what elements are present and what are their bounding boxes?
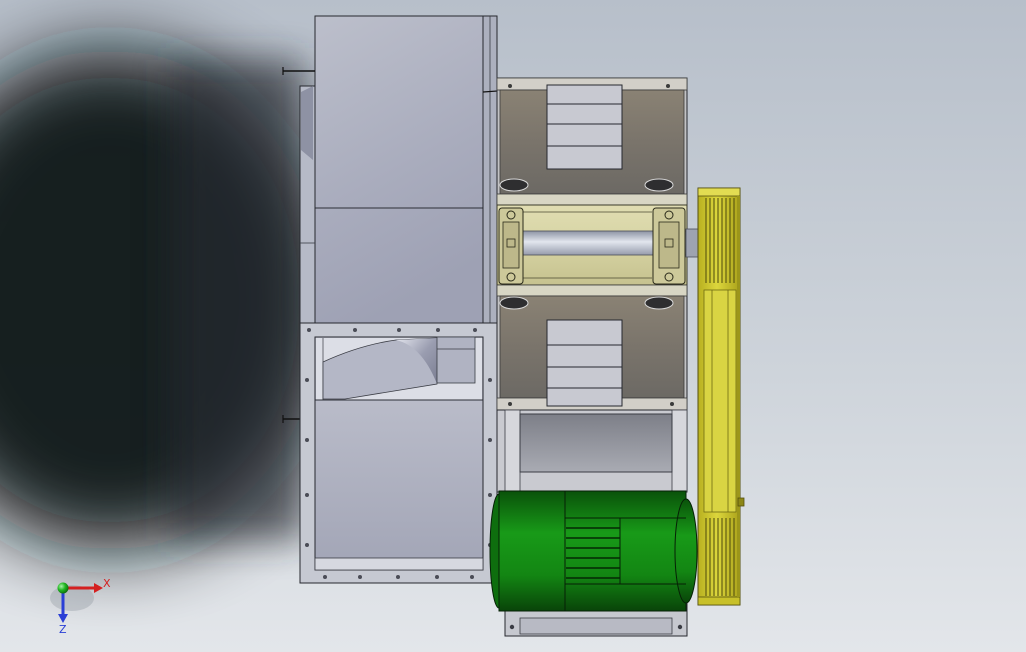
bolt-hole [470, 575, 474, 579]
bolt-hole [396, 575, 400, 579]
bolt-hole [488, 378, 492, 382]
inlet-bottom-lip [314, 557, 484, 571]
housing-side-panel [314, 15, 484, 325]
inlet-flare-shading [301, 86, 313, 160]
bolt-hole [677, 624, 683, 630]
bolt-hole [488, 438, 492, 442]
motor-fan-cover [674, 498, 698, 604]
bolt-hole [488, 493, 492, 497]
bolt-hole [666, 84, 670, 88]
bolt-hole [473, 328, 477, 332]
bearing-block-left [498, 207, 524, 285]
motor-foot-channel [519, 617, 673, 635]
belt-guard-rim [737, 196, 740, 597]
bearing-support-frame [496, 77, 701, 411]
inlet-box [299, 322, 498, 584]
bearing-body [658, 221, 680, 269]
bearing-body [502, 221, 520, 269]
shadow-edge [170, 60, 305, 540]
bolt-hole [397, 328, 401, 332]
inlet-throat-block [436, 336, 476, 384]
window-frame [546, 84, 623, 170]
bearing-deck-rail-lower [496, 284, 688, 297]
bolt-hole [307, 328, 311, 332]
slot-hole [499, 296, 529, 310]
bolt-hole [323, 575, 327, 579]
bearing-deck-rail-upper [496, 193, 688, 206]
bolt-hole [305, 543, 309, 547]
bolt-hole [508, 402, 512, 406]
upper-access-window [546, 84, 623, 170]
bolt-hole [305, 493, 309, 497]
belt-guard [697, 187, 745, 606]
lower-access-window [546, 319, 623, 407]
belt-guard-cap-top [697, 187, 741, 197]
bolt-hole [353, 328, 357, 332]
bolt-hole [509, 624, 515, 630]
triad-z-label: Z [59, 623, 67, 636]
bolt-hole [508, 84, 512, 88]
bolt-hole [435, 575, 439, 579]
base-frame-inner-panel [519, 413, 673, 473]
belt-guard-cap-bottom [697, 596, 741, 606]
base-frame-right-post [671, 409, 688, 493]
belt-guard-latch [737, 497, 745, 507]
bolt-hole [358, 575, 362, 579]
triad-y-axis-origin[interactable] [57, 582, 69, 594]
bolt-hole [436, 328, 440, 332]
model-cast-shadow [0, 50, 325, 550]
belt-guard-channel [703, 289, 737, 513]
base-frame-left-post [504, 409, 521, 493]
slot-hole [644, 296, 674, 310]
slot-hole [499, 178, 529, 192]
bolt-hole [305, 378, 309, 382]
slot-hole [644, 178, 674, 192]
motor-frame [498, 490, 687, 612]
motor-base-frame [496, 409, 688, 493]
triad-x-label: X [103, 577, 111, 590]
bearing-block-right [652, 207, 686, 285]
bolt-hole [670, 402, 674, 406]
bolt-hole [305, 438, 309, 442]
window-frame [546, 319, 623, 407]
cad-viewport[interactable]: X Z [0, 0, 1026, 652]
electric-motor [489, 490, 698, 612]
